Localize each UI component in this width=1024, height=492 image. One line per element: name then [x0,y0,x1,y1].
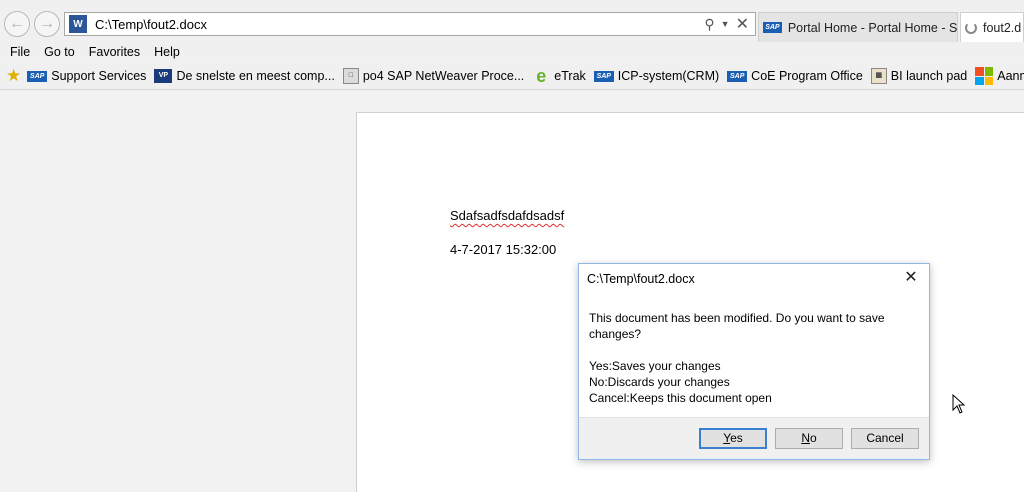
yes-label-rest: es [730,431,743,445]
page-icon: □ [342,68,359,84]
favorite-label: BI launch pad [890,69,968,83]
yes-button[interactable]: Yes [699,428,767,449]
favorite-aanmelden[interactable]: Aanmelden bij je [975,67,1024,85]
option-yes-text: Yes:Saves your changes [589,359,721,373]
loading-spinner-icon [965,21,977,34]
menu-file[interactable]: File [10,45,30,59]
favorite-label: Aanmelden bij je [997,69,1024,83]
favorite-etrak[interactable]: e eTrak [532,67,586,85]
back-arrow-icon: ← [9,15,25,32]
tab-portal-home[interactable]: SAP Portal Home - Portal Home - S... [758,12,958,42]
option-no-text: No:Discards your changes [589,375,730,389]
option-cancel-text: Cancel:Keeps this document open [589,391,772,405]
no-button[interactable]: No [775,428,843,449]
no-accelerator: N [801,431,810,445]
save-changes-dialog: C:\Temp\fout2.docx ✕ This document has b… [578,263,930,460]
favorite-label: ICP-system(CRM) [617,69,720,83]
close-icon[interactable]: ✕ [901,268,921,288]
sap-logo-icon: SAP [593,70,614,82]
favorite-icp-system[interactable]: SAP ICP-system(CRM) [593,69,720,83]
browser-toolbar: ← → W C:\Temp\fout2.docx ⚲ ▼ ✕ SAP Porta… [0,0,1024,42]
document-text-line[interactable]: Sdafsadfsdafdsadsf [450,208,564,223]
dropdown-chevron-icon[interactable]: ▼ [721,19,730,29]
dialog-footer: Yes No Cancel [579,417,929,459]
favorite-label: po4 SAP NetWeaver Proce... [362,69,525,83]
menu-go-to[interactable]: Go to [44,45,75,59]
favorites-star-icon[interactable]: ★ [6,66,21,86]
tab-fout2[interactable]: fout2.d [960,12,1024,42]
menu-bar: File Go to Favorites Help [0,42,1024,62]
stop-close-icon[interactable]: ✕ [736,14,749,34]
etrak-logo-icon: e [536,66,547,86]
forward-arrow-icon: → [39,15,55,32]
favorites-bar: ★ SAP Support Services VP De snelste en … [0,63,1024,90]
favorite-label: Support Services [51,69,147,83]
sap-logo-icon: SAP [727,70,748,82]
bi-icon: ▦ [870,68,887,84]
vp-logo-icon: VP [154,69,173,83]
tab-label: fout2.d [983,20,1022,35]
favorite-support-services[interactable]: SAP Support Services [27,69,146,83]
menu-help[interactable]: Help [154,45,180,59]
dialog-options: Yes:Saves your changes No:Discards your … [589,358,772,406]
dialog-message: This document has been modified. Do you … [589,311,885,341]
search-icon[interactable]: ⚲ [704,16,714,33]
menu-favorites[interactable]: Favorites [89,45,140,59]
cancel-button[interactable]: Cancel [851,428,919,449]
favorite-coe-program-office[interactable]: SAP CoE Program Office [727,69,863,83]
favorite-de-snelste[interactable]: VP De snelste en meest comp... [154,69,335,83]
sap-logo-icon: SAP [763,22,782,33]
favorite-label: De snelste en meest comp... [176,69,335,83]
document-date-line[interactable]: 4-7-2017 15:32:00 [450,242,556,257]
sap-logo-icon: SAP [27,70,48,82]
forward-button[interactable]: → [34,11,60,37]
word-document-icon: W [69,15,87,33]
address-text[interactable]: C:\Temp\fout2.docx [95,17,704,32]
back-button[interactable]: ← [4,11,30,37]
mouse-cursor-icon [952,394,966,414]
microsoft-logo-icon [975,67,994,85]
favorite-label: eTrak [554,69,586,83]
no-label-rest: o [809,431,817,445]
favorite-po4-sap[interactable]: □ po4 SAP NetWeaver Proce... [342,68,525,84]
favorite-label: CoE Program Office [751,69,863,83]
dialog-title: C:\Temp\fout2.docx [587,272,695,286]
address-bar[interactable]: W C:\Temp\fout2.docx ⚲ ▼ ✕ [64,12,756,36]
favorite-bi-launch-pad[interactable]: ▦ BI launch pad [870,68,968,84]
tab-label: Portal Home - Portal Home - S... [787,20,957,35]
